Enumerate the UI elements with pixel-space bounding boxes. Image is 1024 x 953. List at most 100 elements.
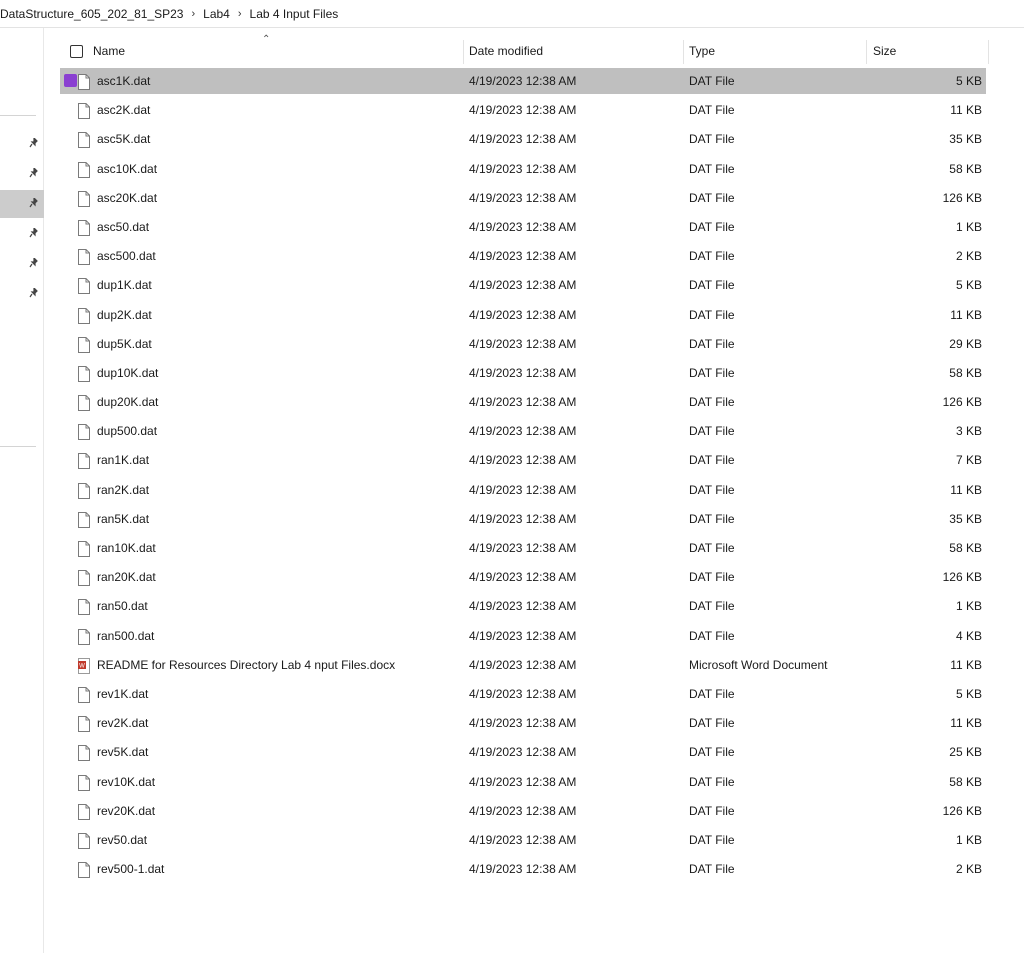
nav-divider [0, 115, 36, 116]
file-name: ran500.dat [97, 628, 155, 643]
file-name: dup5K.dat [97, 336, 152, 351]
file-row[interactable]: asc5K.dat 4/19/2023 12:38 AM DAT File 35 KB [60, 126, 986, 155]
quick-access-item[interactable] [0, 220, 44, 248]
column-divider[interactable] [463, 40, 464, 64]
file-row[interactable]: asc1K.dat 4/19/2023 12:38 AM DAT File 5 KB [60, 68, 986, 94]
file-size: 126 KB [942, 570, 982, 585]
file-date-modified: 4/19/2023 12:38 AM [469, 365, 577, 380]
file-icon [78, 803, 90, 820]
file-row[interactable]: rev1K.dat 4/19/2023 12:38 AM DAT File 5 KB [60, 681, 986, 710]
sort-ascending-icon: ⌃ [262, 34, 271, 45]
file-icon [78, 307, 90, 324]
file-row[interactable]: asc20K.dat 4/19/2023 12:38 AM DAT File 126 … [60, 185, 986, 214]
breadcrumb-item-current-folder[interactable]: Lab 4 Input Files [250, 7, 339, 21]
file-size: 2 KB [955, 249, 982, 264]
file-icon [78, 103, 90, 120]
column-divider[interactable] [988, 40, 989, 64]
file-name: ran1K.dat [97, 453, 150, 468]
file-name: dup20K.dat [97, 395, 159, 410]
file-row[interactable]: ran5K.dat 4/19/2023 12:38 AM DAT File 35 KB [60, 506, 986, 535]
file-row[interactable]: dup1K.dat 4/19/2023 12:38 AM DAT File 5 KB [60, 272, 986, 301]
file-type: DAT File [689, 424, 735, 439]
file-row[interactable]: dup10K.dat 4/19/2023 12:38 AM DAT File 58 K… [60, 360, 986, 389]
file-name: asc2K.dat [97, 103, 151, 118]
column-size-label: Size [873, 44, 897, 58]
file-row[interactable]: rev500-1.dat 4/19/2023 12:38 AM DAT File 2 … [60, 856, 986, 885]
breadcrumb-item-course-folder[interactable]: DataStructure_605_202_81_SP23 [0, 7, 183, 21]
column-header-date-modified[interactable]: Date modified [469, 36, 687, 66]
file-size: 25 KB [949, 745, 982, 760]
file-date-modified: 4/19/2023 12:38 AM [469, 395, 577, 410]
file-row[interactable]: dup20K.dat 4/19/2023 12:38 AM DAT File 126 … [60, 389, 986, 418]
file-type: DAT File [689, 132, 735, 147]
file-icon [78, 774, 90, 791]
column-header-type[interactable]: Type [689, 36, 867, 66]
file-type: DAT File [689, 803, 735, 818]
file-row[interactable]: dup2K.dat 4/19/2023 12:38 AM DAT File 11 KB [60, 302, 986, 331]
file-date-modified: 4/19/2023 12:38 AM [469, 482, 577, 497]
quick-access-item-selected[interactable] [0, 190, 44, 218]
quick-access-item[interactable] [0, 280, 44, 308]
file-row[interactable]: ran1K.dat 4/19/2023 12:38 AM DAT File 7 KB [60, 447, 986, 476]
file-name: asc50.dat [97, 219, 150, 234]
file-size: 5 KB [955, 686, 982, 701]
column-divider[interactable] [866, 40, 867, 64]
nav-divider [0, 446, 36, 447]
file-date-modified: 4/19/2023 12:38 AM [469, 278, 577, 293]
column-date-label: Date modified [469, 44, 544, 58]
chevron-right-icon[interactable]: › [238, 8, 242, 20]
column-divider[interactable] [683, 40, 684, 64]
row-checkbox[interactable] [64, 74, 77, 87]
file-size: 1 KB [955, 599, 982, 614]
file-row[interactable]: dup500.dat 4/19/2023 12:38 AM DAT File 3 KB [60, 418, 986, 447]
file-row[interactable]: rev50.dat 4/19/2023 12:38 AM DAT File 1 KB [60, 827, 986, 856]
file-icon [78, 336, 90, 353]
file-row[interactable]: ran2K.dat 4/19/2023 12:38 AM DAT File 11 KB [60, 477, 986, 506]
file-row[interactable]: ran500.dat 4/19/2023 12:38 AM DAT File 4 KB [60, 623, 986, 652]
file-icon [78, 511, 90, 528]
chevron-right-icon[interactable]: › [191, 8, 195, 20]
file-date-modified: 4/19/2023 12:38 AM [469, 74, 577, 88]
quick-access-item[interactable] [0, 130, 44, 158]
file-row[interactable]: rev10K.dat 4/19/2023 12:38 AM DAT File 58 K… [60, 769, 986, 798]
file-row[interactable]: asc50.dat 4/19/2023 12:38 AM DAT File 1 KB [60, 214, 986, 243]
file-row[interactable]: ran50.dat 4/19/2023 12:38 AM DAT File 1 KB [60, 593, 986, 622]
file-date-modified: 4/19/2023 12:38 AM [469, 190, 577, 205]
file-size: 11 KB [950, 657, 982, 672]
file-icon [78, 161, 90, 178]
file-name: dup10K.dat [97, 365, 159, 380]
column-type-label: Type [689, 44, 716, 58]
file-row[interactable]: asc500.dat 4/19/2023 12:38 AM DAT File 2 KB [60, 243, 986, 272]
file-row[interactable]: W README for Resources Directory Lab 4 np… [60, 652, 986, 681]
file-row[interactable]: ran10K.dat 4/19/2023 12:38 AM DAT File 58 K… [60, 535, 986, 564]
file-name: ran20K.dat [97, 570, 156, 585]
file-row[interactable]: rev2K.dat 4/19/2023 12:38 AM DAT File 11 KB [60, 710, 986, 739]
quick-access-item[interactable] [0, 160, 44, 188]
file-icon [78, 862, 90, 879]
file-date-modified: 4/19/2023 12:38 AM [469, 832, 577, 847]
file-row[interactable]: dup5K.dat 4/19/2023 12:38 AM DAT File 29 KB [60, 331, 986, 360]
word-document-icon: W [78, 657, 90, 674]
column-header-size[interactable]: Size [873, 36, 983, 66]
file-row[interactable]: asc10K.dat 4/19/2023 12:38 AM DAT File 58 K… [60, 156, 986, 185]
file-row[interactable]: asc2K.dat 4/19/2023 12:38 AM DAT File 11 KB [60, 97, 986, 126]
file-row[interactable]: rev5K.dat 4/19/2023 12:38 AM DAT File 25 KB [60, 739, 986, 768]
file-name: ran2K.dat [97, 482, 150, 497]
file-row[interactable]: ran20K.dat 4/19/2023 12:38 AM DAT File 126 … [60, 564, 986, 593]
file-name: rev20K.dat [97, 803, 156, 818]
file-name: dup1K.dat [97, 278, 152, 293]
file-size: 1 KB [955, 219, 982, 234]
quick-access-item[interactable] [0, 250, 44, 278]
select-all-checkbox[interactable] [70, 44, 83, 58]
file-type: DAT File [689, 190, 735, 205]
file-name: ran50.dat [97, 599, 148, 614]
breadcrumb-item-lab4[interactable]: Lab4 [203, 7, 230, 21]
file-icon [78, 132, 90, 149]
file-size: 7 KB [955, 453, 982, 468]
file-row[interactable]: rev20K.dat 4/19/2023 12:38 AM DAT File 126 … [60, 798, 986, 827]
file-icon [78, 570, 90, 587]
file-icon [78, 453, 90, 470]
file-date-modified: 4/19/2023 12:38 AM [469, 716, 577, 731]
navigation-pane [0, 28, 44, 953]
file-date-modified: 4/19/2023 12:38 AM [469, 541, 577, 555]
